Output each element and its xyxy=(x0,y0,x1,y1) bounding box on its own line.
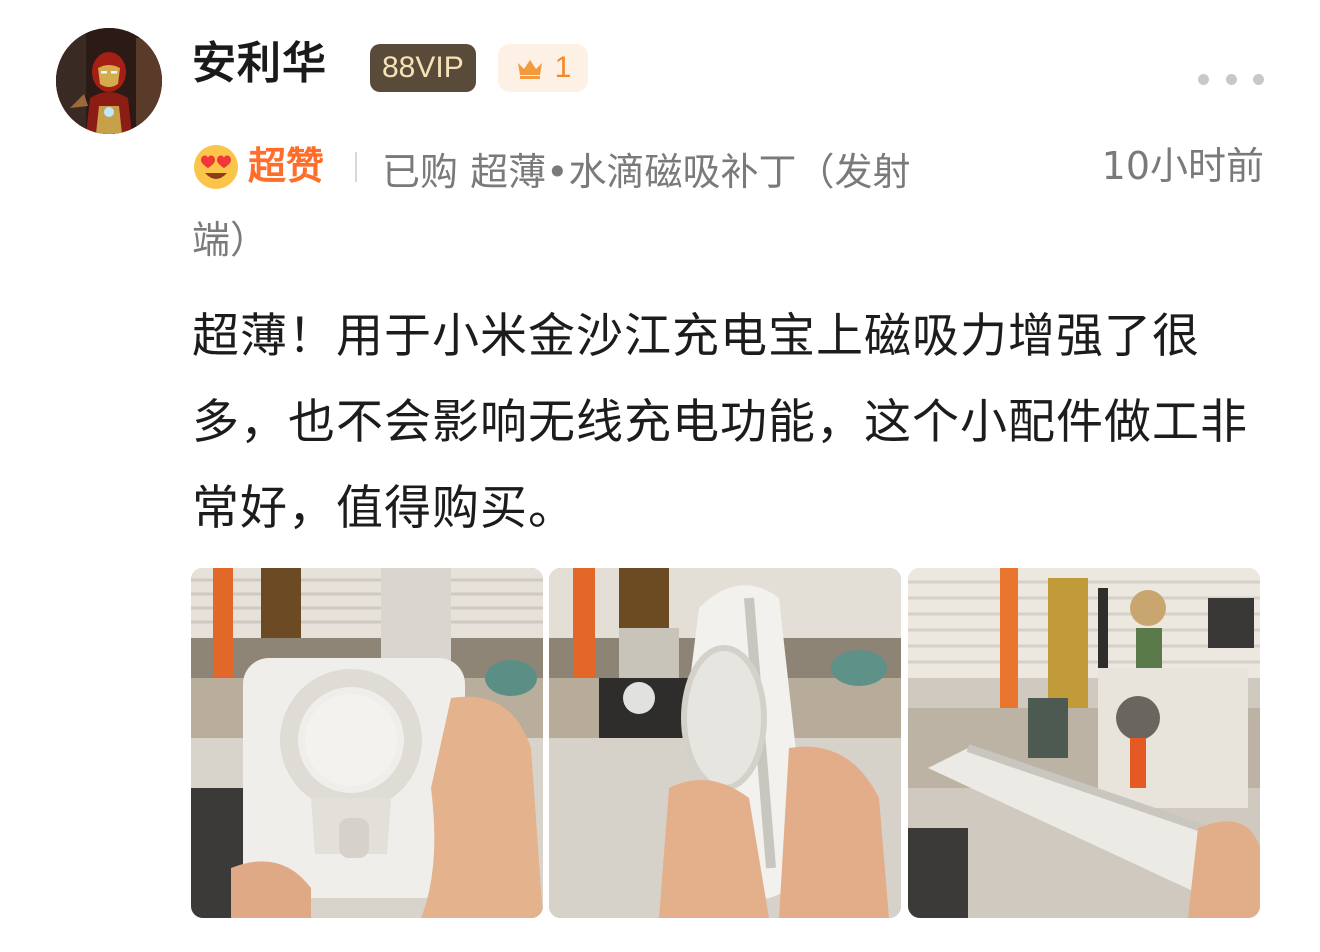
review-photo-3[interactable] xyxy=(908,568,1260,918)
more-dot-icon xyxy=(1225,73,1237,85)
level-number: 1 xyxy=(554,51,572,84)
username[interactable]: 安利华 xyxy=(192,34,327,94)
more-options-button[interactable] xyxy=(1198,64,1264,94)
crown-icon xyxy=(517,60,542,79)
review-photo-1[interactable] xyxy=(191,568,543,918)
level-badge: 1 xyxy=(498,44,588,92)
heart-eyes-emoji-icon xyxy=(194,145,238,189)
power-bank-side-photo-icon xyxy=(549,568,901,918)
purchased-item-text-continued[interactable]: 端） xyxy=(192,206,268,274)
avatar[interactable] xyxy=(56,28,162,134)
review-timestamp: 10小时前 xyxy=(1101,144,1264,188)
power-bank-thickness-photo-icon xyxy=(908,568,1260,918)
vip-badge: 88VIP xyxy=(370,44,476,92)
purchased-item-text[interactable]: 已购 超薄•水滴磁吸补丁（发射 xyxy=(382,138,1022,206)
more-dot-icon xyxy=(1198,73,1209,85)
power-bank-front-photo-icon xyxy=(191,568,543,918)
more-dot-icon xyxy=(1253,73,1264,85)
iron-man-avatar-icon xyxy=(56,28,162,134)
rating-label: 超赞 xyxy=(248,144,325,188)
review-photo-2[interactable] xyxy=(549,568,901,918)
review-text: 超薄！用于小米金沙江充电宝上磁吸力增强了很多，也不会影响无线充电功能，这个小配件… xyxy=(192,309,1248,536)
rating-divider xyxy=(355,152,357,182)
